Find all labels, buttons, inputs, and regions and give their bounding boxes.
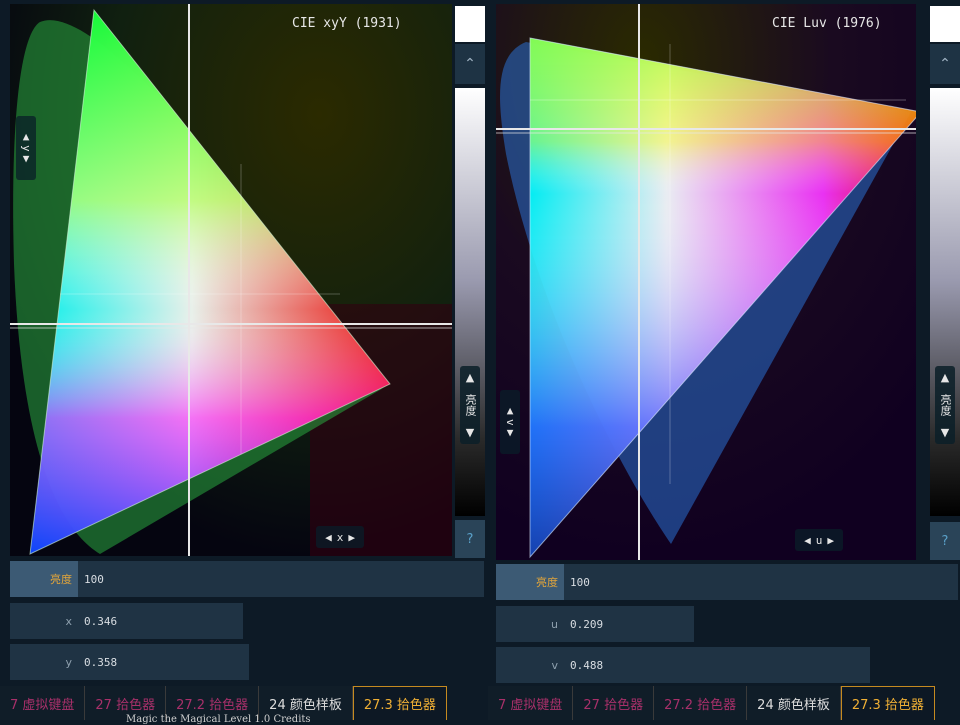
field-label: u: [551, 617, 558, 631]
arrow-left-icon[interactable]: ◀: [804, 534, 811, 547]
arrow-down-icon[interactable]: ▼: [941, 426, 949, 439]
arrow-up-icon[interactable]: ▲: [941, 371, 949, 384]
tab-color-picker-27-2[interactable]: 27.2 拾色器: [654, 686, 748, 720]
plot-title: CIE xyY (1931): [292, 16, 402, 31]
arrow-right-icon[interactable]: ▶: [348, 531, 355, 544]
tab-color-picker-27-3[interactable]: 27.3 拾色器: [352, 686, 447, 720]
v-axis-control[interactable]: ▲ v ▼: [500, 390, 520, 454]
field-label: x: [65, 614, 72, 628]
chevron-up-icon[interactable]: ⌃: [455, 44, 485, 84]
help-button[interactable]: ?: [930, 522, 960, 560]
arrow-up-icon[interactable]: ▲: [466, 371, 474, 384]
luminance-label: 亮度: [939, 394, 952, 416]
arrow-down-icon[interactable]: ▼: [23, 151, 30, 167]
luminance-sidebar: ⌃ ▲ 亮度 ▼ ?: [455, 0, 485, 560]
luminance-slider-handle[interactable]: ▲ 亮度 ▼: [460, 366, 480, 444]
field-label: y: [65, 655, 72, 669]
plot-title: CIE Luv (1976): [772, 16, 882, 31]
field-value[interactable]: 0.209: [564, 618, 603, 631]
field-v[interactable]: v 0.488: [496, 647, 870, 683]
u-axis-label: u: [815, 533, 823, 547]
help-button[interactable]: ?: [455, 520, 485, 558]
field-x[interactable]: x 0.346: [10, 603, 243, 639]
y-axis-control[interactable]: ▲ y ▼: [16, 116, 36, 180]
panel-cie-xyy: CIE xyY (1931) ▲ y ▼ ◀ x ▶ ⌃ ▲ 亮度 ▼ ? 亮度…: [0, 0, 488, 720]
field-value[interactable]: 100: [564, 576, 590, 589]
v-axis-label: v: [504, 418, 517, 426]
x-axis-control[interactable]: ◀ x ▶: [316, 526, 364, 548]
luminance-slider-handle[interactable]: ▲ 亮度 ▼: [935, 366, 955, 444]
luminance-sidebar: ⌃ ▲ 亮度 ▼ ?: [930, 0, 960, 560]
color-swatch: [930, 6, 960, 42]
field-luminance[interactable]: 亮度 100: [496, 564, 958, 600]
luminance-slider[interactable]: ▲ 亮度 ▼: [930, 88, 960, 516]
field-y[interactable]: y 0.358: [10, 644, 249, 680]
field-value[interactable]: 0.358: [78, 656, 117, 669]
x-axis-label: x: [336, 530, 344, 544]
field-value[interactable]: 100: [78, 573, 104, 586]
field-u[interactable]: u 0.209: [496, 606, 694, 642]
xyy-diagram: [10, 4, 452, 556]
field-label: 亮度: [496, 564, 564, 600]
tab-bar-right: 7 虚拟键盘 27 拾色器 27.2 拾色器 24 颜色样板 27.3 拾色器: [488, 686, 960, 720]
chromaticity-plot-xyy[interactable]: CIE xyY (1931) ▲ y ▼ ◀ x ▶: [10, 4, 452, 556]
arrow-up-icon[interactable]: ▲: [23, 129, 30, 145]
luv-diagram: [496, 4, 916, 560]
arrow-left-icon[interactable]: ◀: [325, 531, 332, 544]
field-value[interactable]: 0.346: [78, 615, 117, 628]
color-swatch: [455, 6, 485, 42]
tab-color-picker-27-3[interactable]: 27.3 拾色器: [840, 686, 935, 720]
luminance-slider[interactable]: ▲ 亮度 ▼: [455, 88, 485, 516]
tab-color-swatches[interactable]: 24 颜色样板: [747, 686, 841, 720]
chromaticity-plot-luv[interactable]: CIE Luv (1976) ▲ v ▼ ◀ u ▶: [496, 4, 916, 560]
tab-virtual-keyboard[interactable]: 7 虚拟键盘: [0, 686, 86, 720]
field-luminance[interactable]: 亮度 100: [10, 561, 484, 597]
arrow-up-icon[interactable]: ▲: [507, 403, 514, 419]
y-axis-label: y: [20, 144, 33, 152]
arrow-down-icon[interactable]: ▼: [507, 425, 514, 441]
field-value[interactable]: 0.488: [564, 659, 603, 672]
field-label: v: [551, 658, 558, 672]
luminance-label: 亮度: [464, 394, 477, 416]
chevron-up-icon[interactable]: ⌃: [930, 44, 960, 84]
tab-virtual-keyboard[interactable]: 7 虚拟键盘: [488, 686, 574, 720]
arrow-down-icon[interactable]: ▼: [466, 426, 474, 439]
panel-cie-luv: CIE Luv (1976) ▲ v ▼ ◀ u ▶ ⌃ ▲ 亮度 ▼ ? 亮度…: [488, 0, 960, 720]
tab-color-picker-27[interactable]: 27 拾色器: [573, 686, 655, 720]
arrow-right-icon[interactable]: ▶: [827, 534, 834, 547]
field-label: 亮度: [10, 561, 78, 597]
u-axis-control[interactable]: ◀ u ▶: [795, 529, 843, 551]
